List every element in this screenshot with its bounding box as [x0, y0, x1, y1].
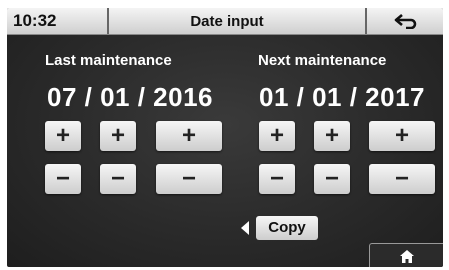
home-button[interactable] [369, 243, 443, 267]
back-button[interactable] [367, 8, 443, 34]
minus-label: − [110, 165, 125, 192]
clock: 10:32 [13, 11, 57, 30]
next-month-minus-button[interactable]: − [314, 164, 350, 194]
next-maintenance-label: Next maintenance [258, 52, 387, 69]
minus-label: − [394, 165, 409, 192]
last-month-minus-button[interactable]: − [100, 164, 136, 194]
last-maintenance-label: Last maintenance [45, 52, 172, 69]
plus-label: + [110, 122, 125, 149]
home-icon [400, 250, 414, 263]
last-day-plus-button[interactable]: + [45, 121, 81, 151]
last-year-minus-button[interactable]: − [156, 164, 222, 194]
plus-label: + [324, 122, 339, 149]
next-year-plus-button[interactable]: + [369, 121, 435, 151]
minus-label: − [324, 165, 339, 192]
next-day-plus-button[interactable]: + [259, 121, 295, 151]
last-day-minus-button[interactable]: − [45, 164, 81, 194]
return-arrow-icon [394, 14, 417, 29]
minus-label: − [269, 165, 284, 192]
next-day-minus-button[interactable]: − [259, 164, 295, 194]
header-bar: 10:32 Date input [7, 8, 443, 35]
minus-label: − [55, 165, 70, 192]
left-triangle-icon [241, 221, 249, 235]
minus-label: − [181, 165, 196, 192]
screen: 10:32 Date input Last maintenance Next m… [7, 8, 443, 267]
header-divider [107, 8, 109, 34]
next-maintenance-date: 01 / 01 / 2017 [259, 82, 426, 112]
last-maintenance-date: 07 / 01 / 2016 [47, 82, 214, 112]
plus-label: + [55, 122, 70, 149]
copy-button[interactable]: Copy [256, 216, 318, 240]
page-title: Date input [190, 13, 264, 30]
next-month-plus-button[interactable]: + [314, 121, 350, 151]
plus-label: + [269, 122, 284, 149]
next-year-minus-button[interactable]: − [369, 164, 435, 194]
device-frame: 10:32 Date input Last maintenance Next m… [0, 0, 449, 270]
plus-label: + [181, 122, 196, 149]
last-month-plus-button[interactable]: + [100, 121, 136, 151]
last-year-plus-button[interactable]: + [156, 121, 222, 151]
plus-label: + [394, 122, 409, 149]
